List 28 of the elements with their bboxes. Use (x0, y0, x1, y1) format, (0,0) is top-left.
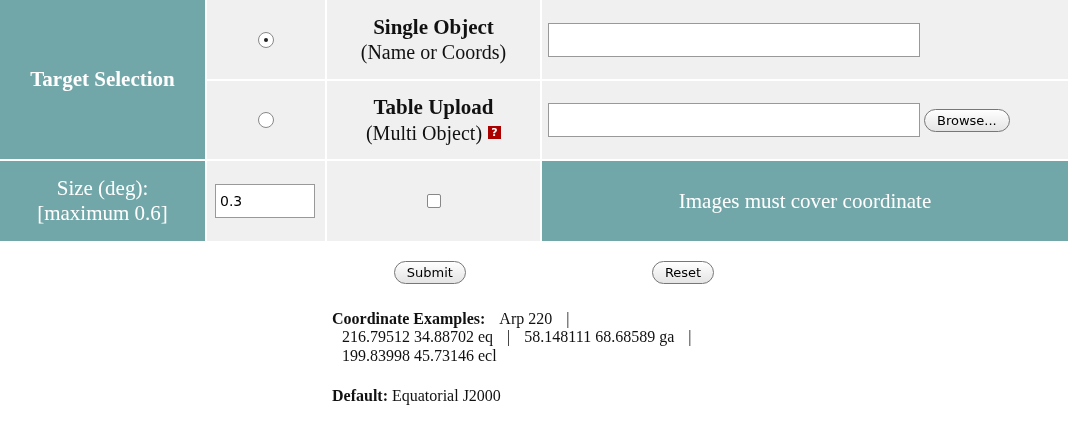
default-label: Default: (332, 387, 388, 406)
separator: | (688, 328, 692, 347)
cover-label: Images must cover coordinate (678, 188, 932, 214)
option-title: Table Upload (373, 95, 494, 121)
example-text: 199.83998 45.73146 ecl (342, 346, 497, 366)
separator: | (507, 328, 511, 347)
input-field[interactable] (548, 22, 920, 57)
checkbox[interactable] (426, 194, 441, 208)
separator: | (566, 310, 570, 329)
target-selection-label: Target Selection (30, 67, 175, 92)
example-text: 58.148111 68.68589 ga (524, 328, 675, 347)
help-icon[interactable]: ? (488, 126, 502, 140)
option-subtitle: (Multi Object) (365, 120, 483, 145)
option-title: Single Object (373, 14, 494, 41)
default-value: Equatorial J2000 (392, 387, 501, 406)
submit-button[interactable]: Submit (393, 261, 466, 284)
reset-button[interactable]: Reset (651, 261, 715, 284)
radio-button[interactable] (258, 112, 274, 128)
input-field[interactable] (548, 103, 920, 137)
examples-label: Coordinate Examples: (332, 310, 486, 329)
example-text: 216.79512 34.88702 eq (342, 328, 494, 347)
size-hint: [maximum 0.6] (37, 201, 168, 226)
option-subtitle: (Name or Coords) (360, 40, 507, 65)
radio-button[interactable] (258, 31, 274, 48)
browse-button[interactable]: Browse... (924, 108, 1010, 132)
size-label: Size (deg): (56, 176, 149, 201)
size-field[interactable]: 0.3 (215, 184, 315, 218)
example-text: Arp 220 (499, 310, 553, 329)
